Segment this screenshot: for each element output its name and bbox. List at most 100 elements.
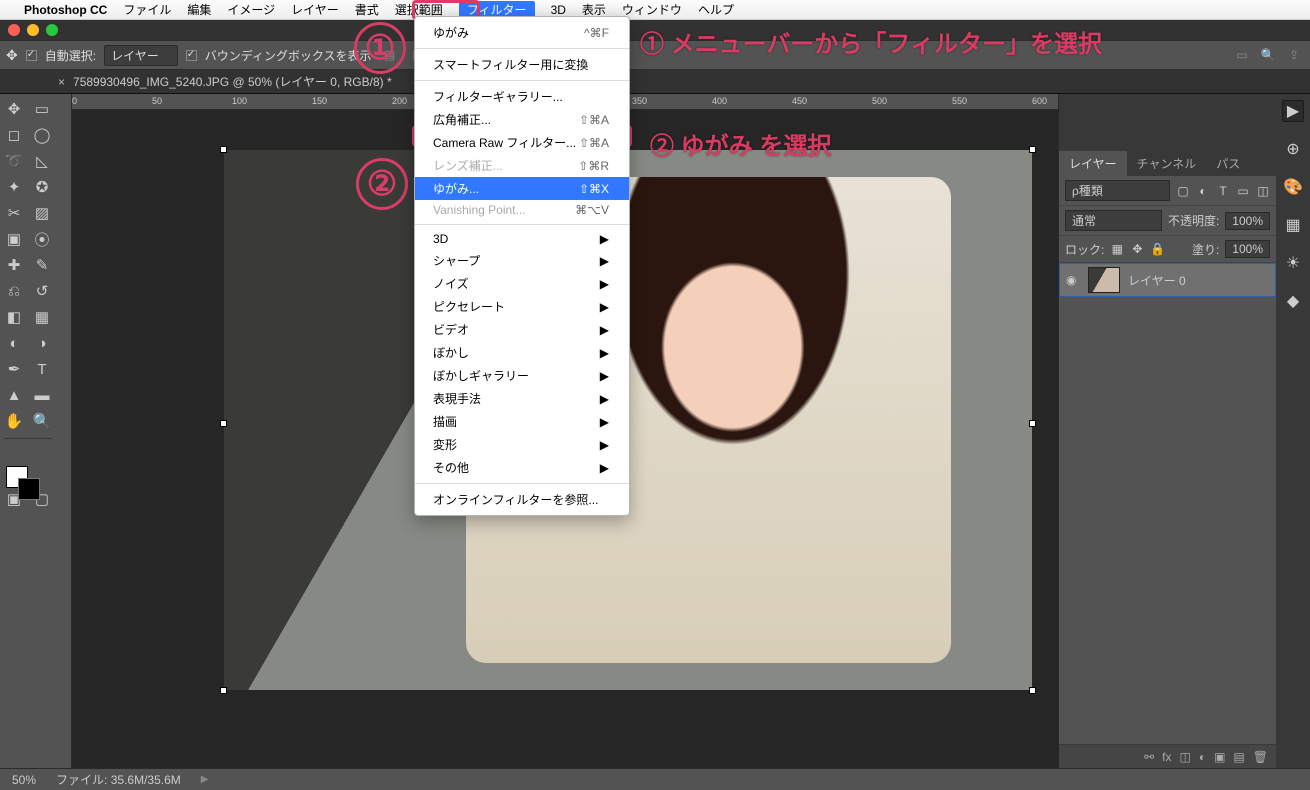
auto-select-target-select[interactable]: レイヤー: [104, 45, 178, 66]
menubar-item[interactable]: 編集: [187, 3, 211, 17]
search-icon[interactable]: 🔍: [1258, 45, 1278, 65]
menubar-item[interactable]: レイヤー: [291, 3, 339, 17]
gradient-tool-icon[interactable]: ▦: [28, 304, 56, 330]
adjustments-panel-icon[interactable]: ☀: [1282, 252, 1304, 274]
status-menu-icon[interactable]: ▶: [201, 774, 209, 785]
close-tab-icon[interactable]: ×: [58, 75, 65, 89]
path-select-icon[interactable]: ▲: [0, 382, 28, 408]
menu-item[interactable]: オンラインフィルターを参照...: [415, 488, 629, 511]
lasso-tool-icon[interactable]: ➰: [0, 148, 28, 174]
minimize-window-icon[interactable]: [27, 24, 39, 36]
blur-tool-icon[interactable]: ◐: [0, 330, 28, 356]
menu-item[interactable]: 描画▶: [415, 410, 629, 433]
artboard-tool-icon[interactable]: ▭: [28, 96, 56, 122]
menu-item[interactable]: フィルターギャラリー...: [415, 85, 629, 108]
menubar-item[interactable]: ウィンドウ: [622, 3, 682, 17]
menu-item[interactable]: 表現手法▶: [415, 387, 629, 410]
zoom-tool-icon[interactable]: 🔍: [28, 408, 56, 434]
adjustment-layer-icon[interactable]: ◐: [1199, 750, 1206, 764]
menubar-item[interactable]: 表示: [582, 3, 606, 17]
zoom-level[interactable]: 50%: [12, 773, 36, 787]
filter-shape-icon[interactable]: ▭: [1236, 184, 1250, 198]
menu-item[interactable]: シャープ▶: [415, 249, 629, 272]
lock-position-icon[interactable]: ✥: [1130, 242, 1144, 256]
quick-select-icon[interactable]: ✦: [0, 174, 28, 200]
filter-type-icon[interactable]: T: [1216, 184, 1230, 198]
transform-handle[interactable]: [1029, 420, 1036, 427]
menu-item[interactable]: その他▶: [415, 456, 629, 479]
eraser-tool-icon[interactable]: ◧: [0, 304, 28, 330]
clone-stamp-icon[interactable]: ⎌: [0, 278, 28, 304]
opacity-value[interactable]: 100%: [1225, 212, 1270, 230]
swatches-panel-icon[interactable]: ▦: [1282, 214, 1304, 236]
history-brush-icon[interactable]: ↺: [28, 278, 56, 304]
menu-item[interactable]: ノイズ▶: [415, 272, 629, 295]
poly-lasso-icon[interactable]: ◺: [28, 148, 56, 174]
document-tab-title[interactable]: 7589930496_IMG_5240.JPG @ 50% (レイヤー 0, R…: [73, 73, 392, 90]
magic-wand-icon[interactable]: ✪: [28, 174, 56, 200]
menu-item[interactable]: ぼかし▶: [415, 341, 629, 364]
pen-tool-icon[interactable]: ✒: [0, 356, 28, 382]
transform-handle[interactable]: [1029, 687, 1036, 694]
close-window-icon[interactable]: [8, 24, 20, 36]
layer-kind-filter[interactable]: ρ種類: [1065, 180, 1170, 201]
menu-item[interactable]: 広角補正...⇧⌘A: [415, 108, 629, 131]
layer-item[interactable]: ◉ レイヤー 0: [1059, 263, 1276, 297]
menu-item[interactable]: Camera Raw フィルター...⇧⌘A: [415, 131, 629, 154]
blend-mode-select[interactable]: 通常: [1065, 210, 1162, 231]
background-swatch[interactable]: [18, 478, 40, 500]
zoom-window-icon[interactable]: [46, 24, 58, 36]
transform-handle[interactable]: [220, 687, 227, 694]
fx-icon[interactable]: fx: [1162, 750, 1171, 764]
share-icon[interactable]: ⇪: [1284, 45, 1304, 65]
tab-channels[interactable]: チャンネル: [1127, 151, 1207, 176]
eyedropper-icon[interactable]: ⦿: [28, 226, 56, 252]
filter-smart-icon[interactable]: ◫: [1256, 184, 1270, 198]
workspace-switcher-icon[interactable]: ▭: [1232, 45, 1252, 65]
tab-paths[interactable]: パス: [1206, 151, 1250, 176]
ellipse-marquee-icon[interactable]: ◯: [28, 122, 56, 148]
play-icon[interactable]: ▶: [1282, 100, 1304, 122]
menubar-item[interactable]: 選択範囲: [395, 3, 443, 17]
menu-item[interactable]: ピクセレート▶: [415, 295, 629, 318]
marquee-tool-icon[interactable]: ◻: [0, 122, 28, 148]
lock-pixels-icon[interactable]: ▦: [1110, 242, 1124, 256]
menubar-item[interactable]: ファイル: [123, 3, 171, 17]
shape-tool-icon[interactable]: ▬: [28, 382, 56, 408]
bounding-box-checkbox[interactable]: [186, 50, 197, 61]
menu-item[interactable]: 変形▶: [415, 433, 629, 456]
frame-tool-icon[interactable]: ▣: [0, 226, 28, 252]
move-tool-icon[interactable]: ✥: [0, 96, 28, 122]
cc-libraries-icon[interactable]: ⊕: [1282, 138, 1304, 160]
type-tool-icon[interactable]: T: [28, 356, 56, 382]
group-icon[interactable]: ▣: [1214, 750, 1225, 764]
filter-image-icon[interactable]: ▢: [1176, 184, 1190, 198]
menubar-item[interactable]: 3D: [551, 3, 566, 17]
transform-handle[interactable]: [220, 146, 227, 153]
spot-heal-icon[interactable]: ✚: [0, 252, 28, 278]
tab-layers[interactable]: レイヤー: [1059, 151, 1127, 176]
menubar-item[interactable]: 書式: [355, 3, 379, 17]
auto-select-checkbox[interactable]: [26, 50, 37, 61]
new-layer-icon[interactable]: ▤: [1233, 750, 1244, 764]
mask-icon[interactable]: ◫: [1179, 750, 1190, 764]
menubar-item[interactable]: ヘルプ: [698, 3, 734, 17]
transform-handle[interactable]: [220, 420, 227, 427]
link-layers-icon[interactable]: ⚯: [1144, 750, 1154, 764]
fill-value[interactable]: 100%: [1225, 240, 1270, 258]
crop-tool-icon[interactable]: ✂: [0, 200, 28, 226]
menu-item[interactable]: ビデオ▶: [415, 318, 629, 341]
menubar-item[interactable]: イメージ: [227, 3, 275, 17]
transform-handle[interactable]: [1029, 146, 1036, 153]
layer-thumbnail[interactable]: [1088, 267, 1120, 293]
slice-tool-icon[interactable]: ▨: [28, 200, 56, 226]
menu-item[interactable]: 3D▶: [415, 229, 629, 249]
filter-adjust-icon[interactable]: ◐: [1196, 184, 1210, 198]
color-panel-icon[interactable]: 🎨: [1282, 176, 1304, 198]
hand-tool-icon[interactable]: ✋: [0, 408, 28, 434]
trash-icon[interactable]: 🗑: [1253, 750, 1268, 764]
menu-item[interactable]: ゆがみ...⇧⌘X: [415, 177, 629, 200]
brush-tool-icon[interactable]: ✎: [28, 252, 56, 278]
layers-panel-icon[interactable]: ◆: [1282, 290, 1304, 312]
color-swatches[interactable]: [0, 466, 56, 506]
